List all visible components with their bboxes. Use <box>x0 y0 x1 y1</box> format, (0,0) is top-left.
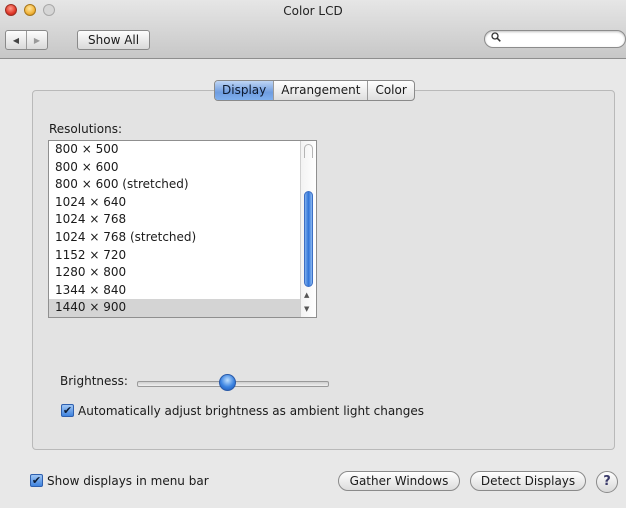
nav-segment: ◀ ▶ <box>5 30 48 50</box>
resolutions-label: Resolutions: <box>49 122 122 136</box>
list-item[interactable]: 1280 × 800 <box>49 264 316 282</box>
forward-arrow-icon: ▶ <box>33 35 41 45</box>
brightness-label: Brightness: <box>60 374 128 388</box>
back-arrow-icon: ◀ <box>12 35 20 45</box>
list-item[interactable]: 1024 × 768 (stretched) <box>49 229 316 247</box>
list-item[interactable]: 800 × 600 <box>49 159 316 177</box>
search-field[interactable] <box>484 30 626 48</box>
list-item[interactable]: 1344 × 840 <box>49 282 316 300</box>
back-button[interactable]: ◀ <box>6 31 26 49</box>
list-item[interactable]: 800 × 600 (stretched) <box>49 176 316 194</box>
auto-brightness-checkbox[interactable]: ✔ <box>61 404 74 417</box>
tab-color[interactable]: Color <box>367 81 413 100</box>
help-button[interactable]: ? <box>596 471 618 493</box>
preferences-window: Color LCD ◀ ▶ Show All Display Arrangeme… <box>0 0 626 508</box>
scroll-down-arrow-icon[interactable]: ▼ <box>304 305 309 313</box>
scroll-track-cap <box>304 144 313 158</box>
scroll-thumb[interactable] <box>304 191 313 287</box>
search-icon <box>491 32 501 45</box>
list-item[interactable]: 1024 × 640 <box>49 194 316 212</box>
brightness-slider-knob[interactable] <box>218 374 236 391</box>
search-input[interactable] <box>505 32 619 47</box>
forward-button[interactable]: ▶ <box>26 31 47 49</box>
show-all-button[interactable]: Show All <box>77 30 151 50</box>
list-item-selected[interactable]: 1440 × 900 <box>49 299 316 317</box>
resolutions-list[interactable]: 800 × 500 800 × 600 800 × 600 (stretched… <box>48 140 317 318</box>
show-in-menu-checkbox[interactable]: ✔ <box>30 474 43 487</box>
auto-brightness-label[interactable]: Automatically adjust brightness as ambie… <box>78 404 424 418</box>
tab-arrangement[interactable]: Arrangement <box>273 81 367 100</box>
list-item[interactable]: 800 × 500 <box>49 141 316 159</box>
scroll-up-arrow-icon[interactable]: ▲ <box>304 291 309 299</box>
tab-display[interactable]: Display <box>215 81 274 100</box>
list-item[interactable]: 1024 × 768 <box>49 211 316 229</box>
tab-bar: Display Arrangement Color <box>214 80 415 101</box>
window-title: Color LCD <box>283 4 343 18</box>
show-in-menu-label[interactable]: Show displays in menu bar <box>47 474 209 488</box>
detect-displays-button[interactable]: Detect Displays <box>470 471 586 491</box>
gather-windows-button[interactable]: Gather Windows <box>338 471 460 491</box>
list-scrollbar[interactable]: ▲ ▼ <box>300 141 316 317</box>
list-item[interactable]: 1152 × 720 <box>49 247 316 265</box>
titlebar: Color LCD ◀ ▶ Show All <box>0 0 626 59</box>
